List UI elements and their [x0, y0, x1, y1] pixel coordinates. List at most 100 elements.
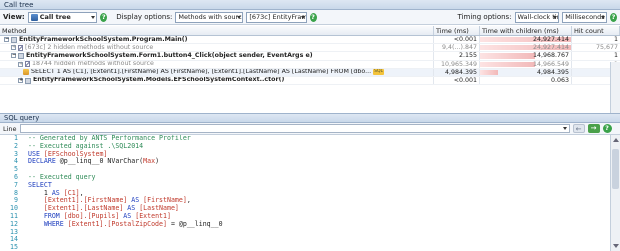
code-text: SELECT — [28, 180, 610, 190]
display-options-value: Methods with source — [178, 13, 244, 21]
fold-gutter — [20, 158, 28, 166]
grid-scrollbar[interactable] — [610, 62, 620, 113]
help-icon[interactable]: ? — [602, 124, 612, 133]
chevron-down-icon — [601, 15, 606, 19]
help-icon[interactable]: ? — [309, 12, 317, 22]
thread-select[interactable]: [673c] EntityFramework... — [246, 11, 307, 23]
code-line: 12 WHERE [Extent1].[PostalZipCode] = @p_… — [0, 219, 610, 229]
column-header-time[interactable]: Time (ms) — [434, 26, 480, 35]
time-with-children-cell: 14,968.767 — [480, 52, 572, 60]
column-header-hit-count[interactable]: Hit count — [572, 26, 620, 35]
timing-select[interactable]: Wall-clock time — [514, 11, 560, 23]
code-token: AS — [51, 188, 64, 197]
fold-gutter — [20, 190, 28, 198]
display-options-select[interactable]: Methods with source — [175, 11, 244, 23]
table-row[interactable]: − EntityFrameworkSchoolSystem.Form1.butto… — [0, 52, 620, 61]
collapse-icon[interactable]: − — [11, 53, 16, 59]
line-label: Line — [3, 124, 17, 133]
help-icon[interactable]: ? — [610, 12, 617, 22]
time-bar — [480, 69, 499, 75]
scroll-up-icon[interactable] — [613, 138, 619, 142]
method-cell: SELECT 1 AS [C1], [Extent1].[FirstName] … — [0, 68, 434, 76]
line-select[interactable] — [19, 124, 570, 133]
units-select[interactable]: Milliseconds — [562, 11, 608, 23]
code-token: AS — [119, 211, 136, 220]
code-line: 6 -- Executed query — [0, 173, 610, 182]
code-scrollbar[interactable] — [610, 135, 620, 251]
code-token: AS — [127, 196, 144, 205]
hidden-methods-icon — [25, 61, 30, 68]
code-token: [C1] — [63, 188, 80, 197]
view-select[interactable]: Call tree — [27, 11, 98, 23]
code-line: 7 SELECT — [0, 180, 610, 190]
table-row[interactable]: SELECT 1 AS [C1], [Extent1].[FirstName] … — [0, 68, 620, 77]
code-token: [Extent1].[LastName] — [43, 204, 124, 213]
thread-select-value: [673c] EntityFramework... — [249, 13, 305, 21]
time-cell: 9,4(...).847 — [434, 44, 480, 52]
code-token: [Extent1].[PostalZipCode] — [67, 219, 167, 228]
view-label: View: — [3, 13, 25, 21]
method-cell: + EntityFrameworkSchoolSystem.Models.EFSc… — [0, 76, 434, 85]
table-row[interactable]: + EntityFrameworkSchoolSystem.Models.EFSc… — [0, 76, 620, 86]
fold-gutter — [20, 135, 28, 143]
fold-gutter — [20, 236, 28, 244]
method-icon — [11, 36, 17, 43]
expand-icon[interactable]: + — [11, 45, 16, 51]
column-header-method[interactable]: Method — [0, 26, 434, 35]
code-text: -- Executed query — [28, 173, 610, 182]
code-token: SELECT — [28, 180, 52, 189]
next-line-button[interactable]: → — [587, 124, 600, 133]
method-name: EntityFrameworkSchoolSystem.Models.EFSch… — [33, 76, 285, 84]
time-bar — [480, 61, 535, 67]
help-icon[interactable]: ? — [100, 12, 108, 22]
scroll-down-icon[interactable] — [613, 244, 619, 248]
table-row[interactable]: +18744 hidden methods without source 10,9… — [0, 60, 620, 69]
call-tree-panel-header: Call tree — [0, 0, 620, 10]
method-name: EntityFrameworkSchoolSystem.Program.Main… — [19, 36, 188, 43]
method-cell: − EntityFrameworkSchoolSystem.Form1.butto… — [0, 52, 434, 60]
code-token: [dbo].[Pupils] — [63, 211, 120, 220]
fold-gutter — [20, 221, 28, 229]
expand-icon[interactable]: + — [18, 61, 23, 67]
fold-gutter — [20, 166, 28, 174]
sql-code-editor[interactable]: 1 -- Generated by ANTS Performance Profil… — [0, 135, 610, 251]
code-token: -- Executed against .\SQL2014 — [28, 141, 144, 150]
time-with-children-value: 14,966.549 — [532, 60, 569, 68]
table-row[interactable]: + [673c] 2 hidden methods without source 9… — [0, 44, 620, 53]
method-cell: − EntityFrameworkSchoolSystem.Program.Mai… — [0, 36, 434, 44]
code-token: [Extent1] — [135, 211, 171, 220]
time-with-children-cell: 14,966.549 — [480, 60, 572, 68]
fold-gutter — [20, 244, 28, 251]
view-select-value: Call tree — [39, 13, 71, 21]
collapse-icon[interactable]: − — [4, 37, 9, 43]
method-name: 18744 hidden methods without source — [32, 60, 154, 68]
time-with-children-value: 4,984.395 — [536, 68, 569, 76]
fold-gutter — [20, 143, 28, 151]
time-cell: <0.001 — [434, 76, 480, 85]
method-icon — [18, 52, 24, 59]
time-cell: 10,965.349 — [434, 60, 480, 68]
method-cell: +18744 hidden methods without source — [0, 60, 434, 68]
code-token: USE — [28, 149, 44, 158]
column-header-time-with-children[interactable]: Time with children (ms) — [480, 26, 572, 35]
scroll-thumb[interactable] — [612, 149, 619, 189]
previous-line-button[interactable]: ← — [572, 124, 585, 133]
line-number: 15 — [10, 243, 18, 251]
fold-gutter — [20, 229, 28, 237]
code-token: WHERE — [43, 219, 68, 228]
method-icon — [25, 77, 31, 84]
line-toolbar: Line ← → ? — [0, 123, 620, 135]
fold-gutter — [20, 197, 28, 205]
time-cell: 2.155 — [434, 52, 480, 60]
table-row[interactable]: − EntityFrameworkSchoolSystem.Program.Mai… — [0, 36, 620, 45]
expand-icon[interactable]: + — [18, 78, 23, 84]
grid-rows: − EntityFrameworkSchoolSystem.Program.Mai… — [0, 36, 620, 86]
sql-icon — [23, 69, 29, 76]
time-with-children-cell: 0.063 — [480, 76, 572, 85]
time-cell: <0.001 — [434, 36, 480, 44]
display-options-label: Display options: — [116, 13, 173, 21]
